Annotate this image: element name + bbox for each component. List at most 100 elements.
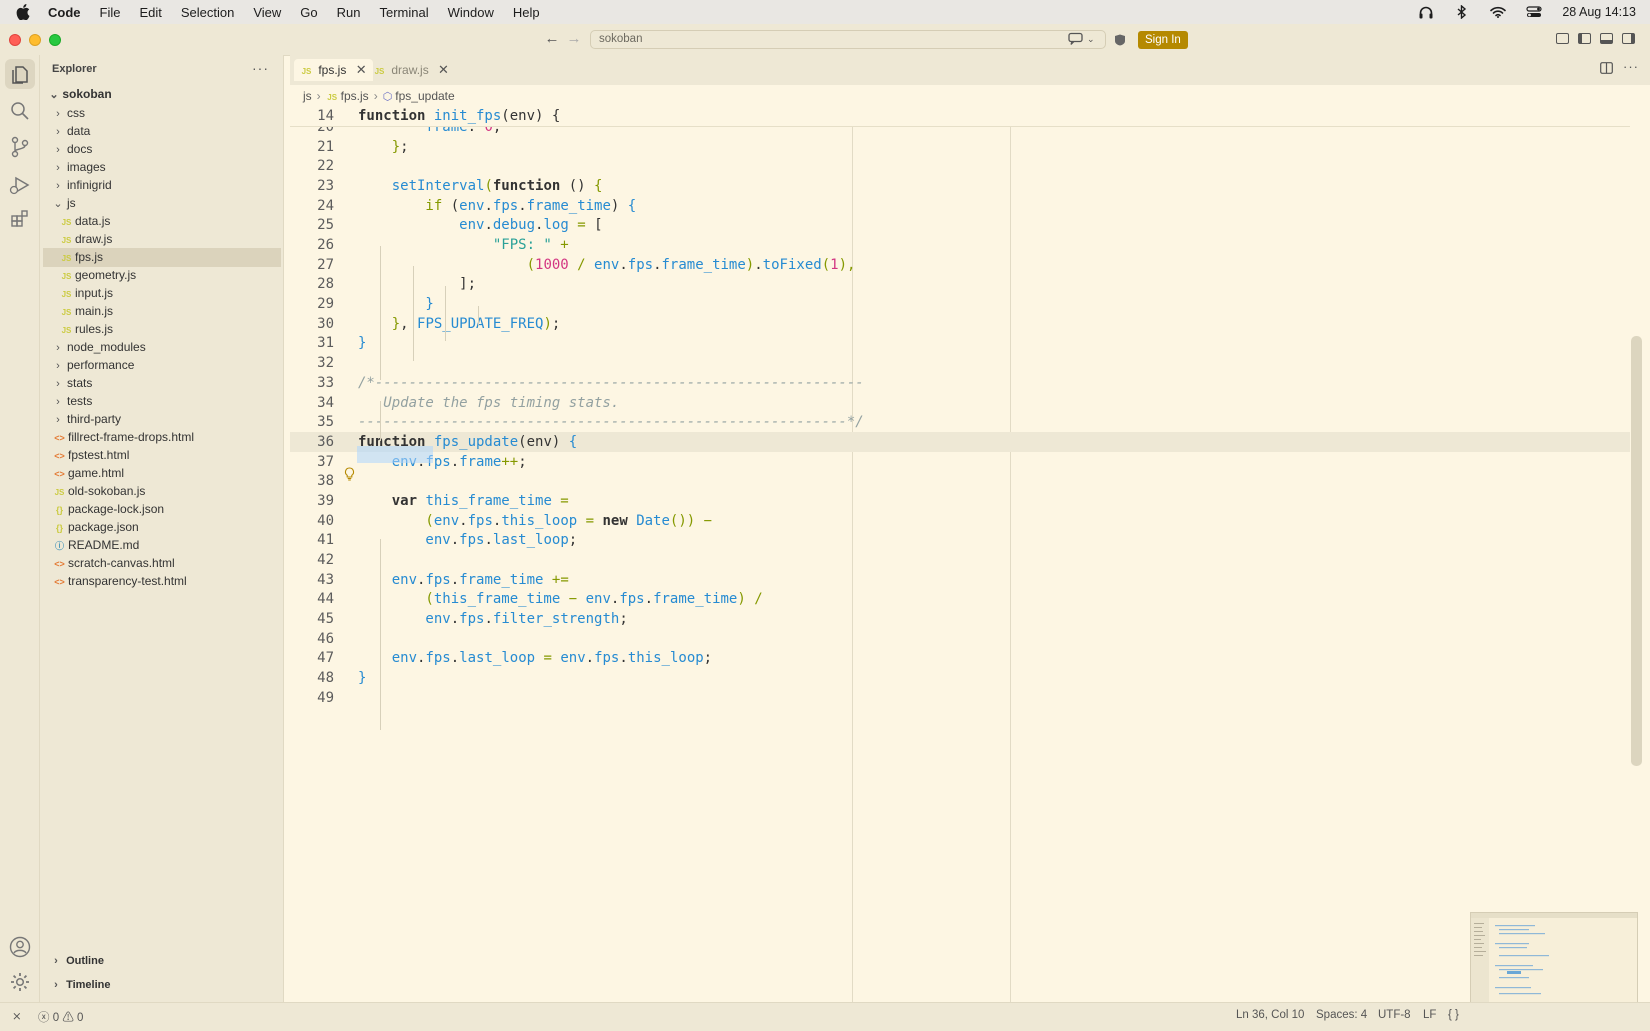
lightbulb-icon[interactable] <box>344 467 355 484</box>
scrollbar-thumb[interactable] <box>1631 336 1642 766</box>
sign-in-button[interactable]: Sign In <box>1138 31 1188 49</box>
breadcrumb-item[interactable]: js <box>303 89 312 103</box>
tree-file[interactable]: <> transparency-test.html <box>43 572 281 591</box>
code-token: { <box>551 108 561 124</box>
tree-file[interactable]: {} package-lock.json <box>43 500 281 519</box>
toggle-panel-icon[interactable] <box>1600 33 1613 44</box>
code-token: { <box>568 433 578 450</box>
clock[interactable]: 28 Aug 14:13 <box>1562 5 1636 19</box>
tree-folder[interactable]: › images <box>43 158 281 177</box>
remote-indicator-icon[interactable]: ⨯ <box>12 1009 22 1023</box>
tree-folder[interactable]: › docs <box>43 140 281 159</box>
workspace-root[interactable]: ⌄ sokoban <box>43 85 281 104</box>
tree-folder[interactable]: ⌄ js <box>43 194 281 213</box>
close-window-button[interactable] <box>9 34 21 46</box>
source-control-icon[interactable] <box>8 135 32 159</box>
bluetooth-icon[interactable] <box>1454 5 1470 19</box>
code-editor[interactable]: 20 frame: 0, 21 }; 22 23 setInterval(functi… <box>290 106 1630 1002</box>
outline-section[interactable]: › Outline <box>43 950 281 972</box>
copilot-button[interactable]: ⌄ <box>1068 30 1106 49</box>
code-line: 34 Update the fps timing stats. <box>290 393 1630 413</box>
search-icon[interactable] <box>8 99 32 123</box>
tree-folder[interactable]: › performance <box>43 356 281 375</box>
tree-file[interactable]: JS fps.js <box>43 248 281 267</box>
timeline-section[interactable]: › Timeline <box>43 974 281 996</box>
encoding[interactable]: UTF-8 <box>1378 1009 1411 1021</box>
toggle-sidebar-icon[interactable] <box>1578 33 1591 44</box>
tree-file[interactable]: JS geometry.js <box>43 266 281 285</box>
end-of-line[interactable]: LF <box>1423 1009 1436 1021</box>
apple-icon[interactable] <box>16 4 34 20</box>
code-token: env <box>585 591 611 608</box>
forward-arrow-icon[interactable]: → <box>565 30 583 48</box>
problems-indicator[interactable]: ⓧ 0 ⚠ 0 <box>38 1009 83 1025</box>
tree-file[interactable]: JS rules.js <box>43 320 281 339</box>
tree-file[interactable]: JS old-sokoban.js <box>43 482 281 501</box>
menu-terminal[interactable]: Terminal <box>380 5 429 20</box>
line-number: 46 <box>317 630 334 647</box>
editor-more-actions-icon[interactable]: ··· <box>1623 59 1639 74</box>
back-arrow-icon[interactable]: ← <box>543 30 561 48</box>
breadcrumb-item[interactable]: fps_update <box>395 89 454 103</box>
tree-file[interactable]: <> game.html <box>43 464 281 483</box>
code-token: new <box>602 512 637 529</box>
menu-selection[interactable]: Selection <box>181 5 234 20</box>
language-mode-icon[interactable]: { } <box>1448 1009 1459 1021</box>
tree-file[interactable]: <> fillrect-frame-drops.html <box>43 428 281 447</box>
tree-folder[interactable]: › stats <box>43 374 281 393</box>
tree-file[interactable]: {} package.json <box>43 518 281 537</box>
sticky-scroll-line[interactable]: 14 function init_fps(env) { <box>290 106 1630 127</box>
minimize-window-button[interactable] <box>29 34 41 46</box>
menu-file[interactable]: File <box>100 5 121 20</box>
code-token: FPS_UPDATE_FREQ <box>417 315 544 332</box>
tree-folder[interactable]: › data <box>43 122 281 141</box>
indent-guide <box>380 539 381 730</box>
line-number: 45 <box>317 611 334 627</box>
explorer-icon[interactable] <box>5 59 35 89</box>
command-center-search[interactable]: sokoban <box>590 30 1106 49</box>
tree-folder[interactable]: › css <box>43 104 281 123</box>
tree-file[interactable]: JS main.js <box>43 302 281 321</box>
app-menu[interactable]: Code <box>48 5 81 20</box>
close-tab-icon[interactable]: ✕ <box>356 59 367 81</box>
tree-file[interactable]: <> scratch-canvas.html <box>43 554 281 573</box>
split-editor-icon[interactable] <box>1600 62 1613 77</box>
extensions-icon[interactable] <box>8 207 32 231</box>
line-text: setInterval(function () { <box>358 176 603 196</box>
tree-folder[interactable]: › node_modules <box>43 338 281 357</box>
indentation[interactable]: Spaces: 4 <box>1316 1009 1367 1021</box>
code-token: (env) <box>501 108 552 124</box>
breadcrumb-item[interactable]: fps.js <box>341 89 369 103</box>
menu-edit[interactable]: Edit <box>139 5 161 20</box>
cursor-position[interactable]: Ln 36, Col 10 <box>1236 1009 1304 1021</box>
run-debug-icon[interactable] <box>8 173 32 197</box>
menu-help[interactable]: Help <box>513 5 540 20</box>
accounts-shield-icon[interactable] <box>1114 33 1126 46</box>
toggle-secondary-sidebar-icon[interactable] <box>1622 33 1635 44</box>
more-actions-icon[interactable]: ··· <box>252 60 269 76</box>
control-center-icon[interactable] <box>1526 5 1542 19</box>
line-number: 26 <box>317 237 334 254</box>
tree-folder[interactable]: › third-party <box>43 410 281 429</box>
account-icon[interactable] <box>8 935 32 959</box>
tab-draw-js[interactable]: JS draw.js ✕ <box>367 59 455 81</box>
tree-file[interactable]: ⓘ README.md <box>43 536 281 555</box>
tree-file[interactable]: JS input.js <box>43 284 281 303</box>
menu-view[interactable]: View <box>253 5 281 20</box>
tree-folder[interactable]: › infinigrid <box>43 176 281 195</box>
wifi-icon[interactable] <box>1490 5 1507 19</box>
headphones-icon[interactable] <box>1418 5 1434 19</box>
zoom-window-button[interactable] <box>49 34 61 46</box>
settings-gear-icon[interactable] <box>8 970 32 994</box>
layout-panel-icon[interactable] <box>1556 33 1569 44</box>
tree-file[interactable]: JS draw.js <box>43 230 281 249</box>
menu-run[interactable]: Run <box>337 5 361 20</box>
tree-item-label: README.md <box>68 538 140 552</box>
tree-file[interactable]: <> fpstest.html <box>43 446 281 465</box>
menu-go[interactable]: Go <box>300 5 317 20</box>
menu-window[interactable]: Window <box>448 5 494 20</box>
tree-file[interactable]: JS data.js <box>43 212 281 231</box>
close-tab-icon[interactable]: ✕ <box>438 59 449 81</box>
tab-fps-js[interactable]: JS fps.js ✕ <box>294 59 373 81</box>
tree-folder[interactable]: › tests <box>43 392 281 411</box>
